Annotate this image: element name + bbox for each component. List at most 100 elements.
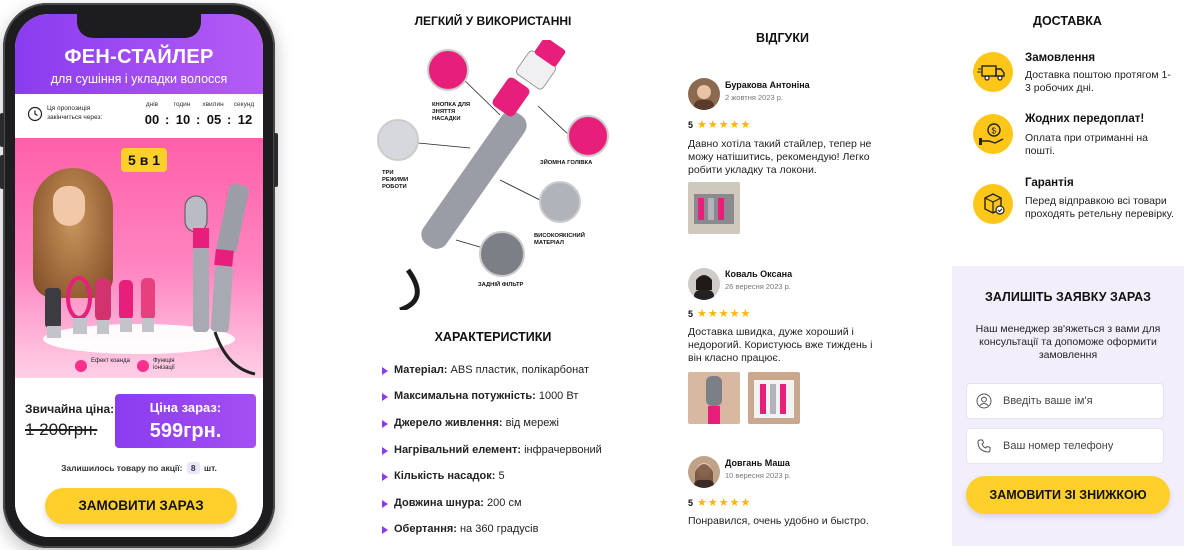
timer-unit-hours: годин xyxy=(173,101,191,108)
timer-seconds: 12 xyxy=(237,112,253,127)
spec-name: Нагрівальний елемент: xyxy=(394,444,522,456)
review-photo[interactable] xyxy=(748,372,800,424)
timer-colon: : xyxy=(227,112,232,127)
avatar xyxy=(688,456,720,488)
review-text: Понравился, очень удобно и быстро. xyxy=(688,515,869,527)
order-discount-button[interactable]: ЗАМОВИТИ ЗІ ЗНИЖКОЮ xyxy=(966,476,1170,514)
review-text: Давно хотіла такий стайлер, тепер не мож… xyxy=(688,138,872,176)
phone-volume-button xyxy=(0,113,4,147)
phone-notch xyxy=(77,14,201,38)
user-icon xyxy=(976,393,992,409)
timer-hours: 10 xyxy=(175,112,191,127)
timer-unit-minutes: хвилин xyxy=(202,101,224,108)
reviews-title: ВІДГУКИ xyxy=(756,31,809,45)
phone-field[interactable] xyxy=(966,428,1164,464)
spec-value: 1000 Вт xyxy=(538,390,579,402)
review-date: 2 жовтня 2023 р. xyxy=(725,93,784,102)
old-price: 1 200грн. xyxy=(25,420,98,439)
spec-item: Матеріал: ABS пластик, полікарбонат xyxy=(394,364,589,376)
star-rating-icon: ★★★★★ xyxy=(697,308,752,320)
bullet-arrow-icon xyxy=(382,526,388,534)
avatar xyxy=(688,78,720,110)
spec-item: Нагрівальний елемент: інфрачервоний xyxy=(394,444,602,456)
spec-item: Кількість насадок: 5 xyxy=(394,470,505,482)
review-text: Доставка швидка, дуже хороший і недороги… xyxy=(688,326,873,364)
spec-name: Обертання: xyxy=(394,523,457,535)
spec-value: ABS пластик, полікарбонат xyxy=(450,364,590,376)
spec-name: Матеріал: xyxy=(394,364,448,376)
review-date: 26 вересня 2023 р. xyxy=(725,282,791,291)
review-photo[interactable] xyxy=(688,182,740,234)
delivery-item-title: Жодних передоплат! xyxy=(1025,113,1145,125)
spec-item: Джерело живлення: від мережі xyxy=(394,417,559,429)
spec-item: Максимальна потужність: 1000 Вт xyxy=(394,390,578,402)
reviewer-name: Буракова Антоніна xyxy=(725,80,810,90)
form-title: ЗАЛИШІТЬ ЗАЯВКУ ЗАРАЗ xyxy=(985,290,1151,304)
bullet-arrow-icon xyxy=(382,473,388,481)
new-price: 599грн. xyxy=(149,420,222,442)
price-section: Звичайна ціна: 1 200грн. Ціна зараз: 599… xyxy=(15,378,263,537)
delivery-title: ДОСТАВКА xyxy=(1033,14,1102,28)
styler-diagram: КНОПКА ДЛЯ ЗНЯТТЯ НАСАДКИ ТРИ РЕЖИМИ РОБ… xyxy=(370,40,620,310)
new-price-label: Ціна зараз: xyxy=(149,400,222,415)
phone-power-button xyxy=(274,133,278,187)
form-subtitle: Наш менеджер зв'яжеться з вами для консу… xyxy=(975,323,1161,361)
label-release-button: КНОПКА ДЛЯ ЗНЯТТЯ НАСАДКИ xyxy=(432,102,471,122)
clock-icon xyxy=(27,106,43,122)
stock-label: Залишилось товару по акції: xyxy=(61,463,183,473)
coin-hand-icon: $ xyxy=(973,114,1013,154)
spec-value: 200 см xyxy=(487,497,522,509)
reviewer-name: Довгань Маша xyxy=(725,458,790,468)
avatar xyxy=(688,268,720,300)
stock-count: 8 xyxy=(186,462,200,474)
star-rating-icon: ★★★★★ xyxy=(697,119,752,131)
delivery-item-title: Замовлення xyxy=(1025,52,1096,64)
spec-value: від мережі xyxy=(505,417,559,429)
stock-info: Залишилось товару по акції: 8 шт. xyxy=(15,462,263,474)
spec-value: 5 xyxy=(498,470,505,482)
review-rating: 5 xyxy=(688,498,694,508)
spec-value: на 360 градусів xyxy=(459,523,539,535)
timer-label: Ця пропозиція закінчиться через: xyxy=(47,105,103,121)
product-image: 5 в 1 Ефект коанда Функція іонізації xyxy=(15,138,263,378)
name-field[interactable] xyxy=(966,383,1164,419)
delivery-item-text: Перед відправкою всі товари проходять ре… xyxy=(1025,195,1174,220)
spec-name: Максимальна потужність: xyxy=(394,390,536,402)
countdown-timer: Ця пропозиція закінчиться через: днів го… xyxy=(15,94,263,138)
timer-minutes: 05 xyxy=(206,112,222,127)
spec-item: Обертання: на 360 градусів xyxy=(394,523,538,535)
stock-unit: шт. xyxy=(204,463,217,473)
timer-colon: : xyxy=(196,112,201,127)
styler-attachments-illustration xyxy=(45,183,256,376)
ease-of-use-title: ЛЕГКИЙ У ВИКОРИСТАННІ xyxy=(414,14,572,28)
bullet-arrow-icon xyxy=(382,500,388,508)
bullet-arrow-icon xyxy=(382,447,388,455)
order-form: ЗАЛИШІТЬ ЗАЯВКУ ЗАРАЗ Наш менеджер зв'яж… xyxy=(952,266,1184,546)
spec-name: Кількість насадок: xyxy=(394,470,496,482)
star-rating-icon: ★★★★★ xyxy=(697,497,752,509)
order-now-button[interactable]: ЗАМОВИТИ ЗАРАЗ xyxy=(45,488,237,524)
phone-mockup: ФЕН-СТАЙЛЕР для сушіння і укладки волосс… xyxy=(0,3,278,548)
phone-volume-button xyxy=(0,155,4,189)
spec-name: Джерело живлення: xyxy=(394,417,503,429)
label-rear-filter: ЗАДНІЙ ФІЛЬТР xyxy=(478,282,524,288)
bullet-arrow-icon xyxy=(382,420,388,428)
label-removable-head: ЗЙОМНА ГОЛІВКА xyxy=(540,160,593,166)
review-photo[interactable] xyxy=(688,372,740,424)
delivery-item-text: Оплата при отриманні на пошті. xyxy=(1025,132,1149,157)
bullet-arrow-icon xyxy=(382,393,388,401)
new-price-box: Ціна зараз: 599грн. xyxy=(115,394,256,448)
timer-unit-days: днів xyxy=(145,101,159,108)
delivery-item-text: Доставка поштою протягом 1-3 робочих дні… xyxy=(1025,69,1171,94)
feature-ionization: Функція іонізації xyxy=(153,358,175,371)
phone-icon xyxy=(977,439,991,453)
truck-icon xyxy=(973,52,1013,92)
review-rating: 5 xyxy=(688,120,694,130)
box-check-icon xyxy=(973,184,1013,224)
svg-text:$: $ xyxy=(992,127,997,136)
delivery-item-title: Гарантія xyxy=(1025,177,1074,189)
specs-title: ХАРАКТЕРИСТИКИ xyxy=(434,330,552,344)
review-date: 10 вересня 2023 р. xyxy=(725,471,791,480)
timer-unit-seconds: секунд xyxy=(233,101,255,108)
feature-coanda: Ефект коанда xyxy=(91,358,130,364)
